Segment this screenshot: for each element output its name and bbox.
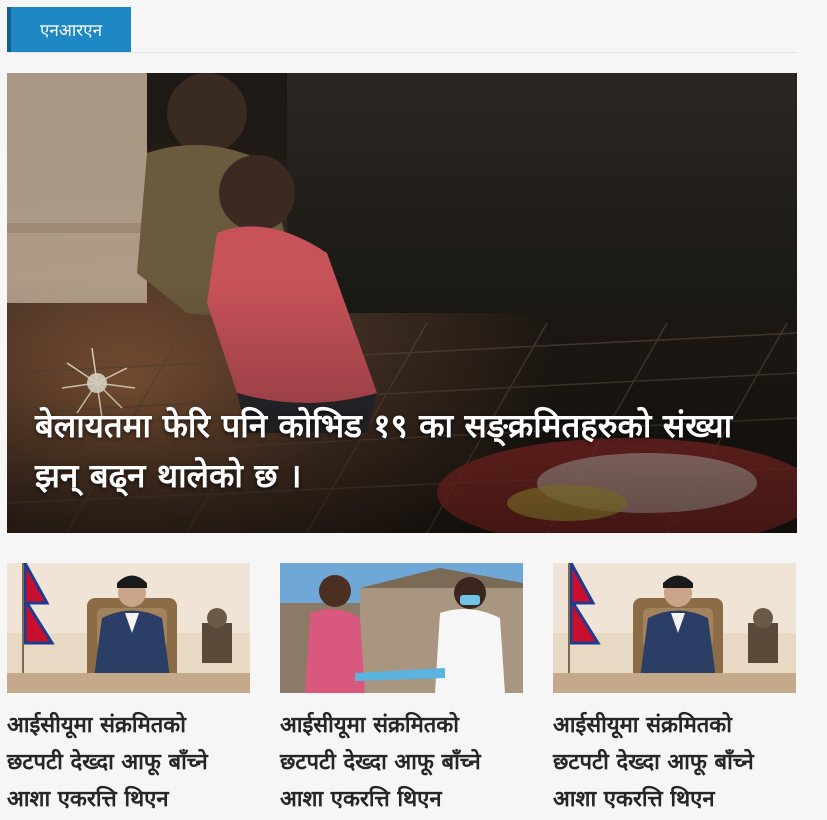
section-header: एनआरएन	[7, 7, 797, 53]
news-card[interactable]: आईसीयूमा संक्रमितको छटपटी देख्दा आफू बाँ…	[553, 563, 796, 818]
card-thumbnail[interactable]	[553, 563, 796, 693]
section-tab-nrn[interactable]: एनआरएन	[7, 7, 131, 52]
card-headline[interactable]: आईसीयूमा संक्रमितको छटपटी देख्दा आफू बाँ…	[7, 707, 247, 818]
card-thumbnail[interactable]	[7, 563, 250, 693]
card-thumbnail[interactable]	[280, 563, 523, 693]
card-headline[interactable]: आईसीयूमा संक्रमितको छटपटी देख्दा आफू बाँ…	[280, 707, 520, 818]
news-card[interactable]: आईसीयूमा संक्रमितको छटपटी देख्दा आफू बाँ…	[7, 563, 250, 818]
news-card[interactable]: आईसीयूमा संक्रमितको छटपटी देख्दा आफू बाँ…	[280, 563, 523, 818]
card-headline[interactable]: आईसीयूमा संक्रमितको छटपटी देख्दा आफू बाँ…	[553, 707, 793, 818]
hero-article[interactable]: बेलायतमा फेरि पनि कोभिड १९ का सङ्क्रमितह…	[7, 73, 797, 533]
hero-headline[interactable]: बेलायतमा फेरि पनि कोभिड १९ का सङ्क्रमितह…	[35, 401, 755, 501]
